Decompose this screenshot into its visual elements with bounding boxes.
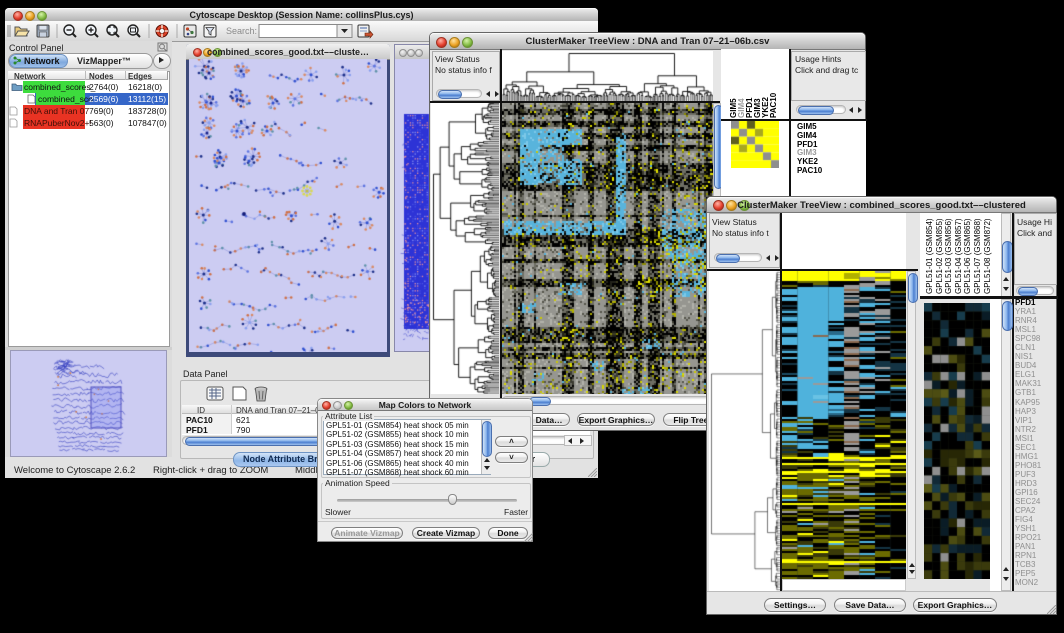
svg-text:Search:: Search: (226, 26, 257, 36)
